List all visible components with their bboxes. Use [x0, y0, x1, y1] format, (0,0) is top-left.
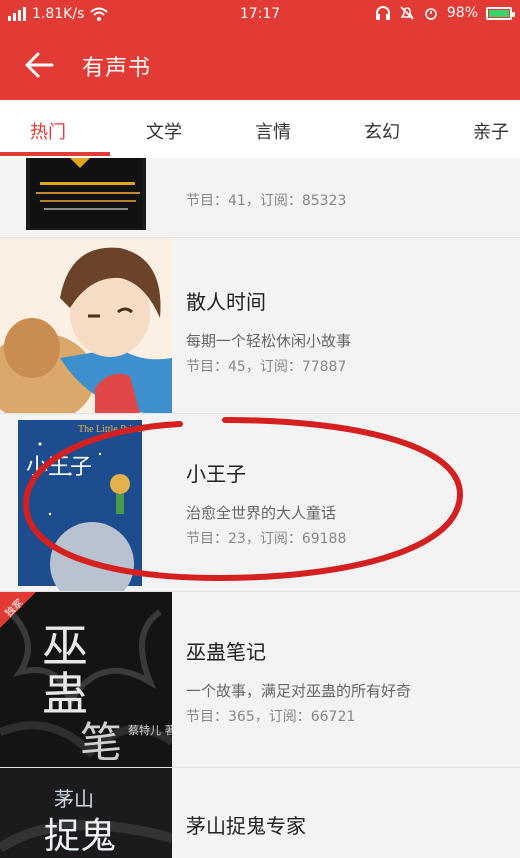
- tab-fantasy[interactable]: 玄幻: [364, 118, 400, 144]
- item-stats: 节目：365，订阅：66721: [186, 709, 356, 725]
- list-item[interactable]: 节目：41，订阅：85323: [0, 158, 520, 238]
- item-desc: 一个故事，满足对巫蛊的所有好奇: [186, 682, 412, 700]
- bell-off-icon: [400, 6, 414, 20]
- list-item[interactable]: 巫 蛊 笔 蔡特儿 著 独家 巫蛊笔记 一个故事，满足对巫蛊的所有好奇 节目：3…: [0, 592, 520, 768]
- active-tab-indicator: [0, 152, 110, 156]
- tab-parenting[interactable]: 亲子: [473, 118, 509, 144]
- svg-text:蛊: 蛊: [42, 667, 88, 721]
- back-button[interactable]: [22, 48, 58, 82]
- annotation-circle: [22, 417, 463, 582]
- item-title: 茅山捉鬼专家: [186, 814, 306, 838]
- alarm-icon: [425, 8, 437, 20]
- item-title: 散人时间: [186, 290, 266, 314]
- list-item[interactable]: 茅山 捉鬼 茅山捉鬼专家: [0, 768, 520, 858]
- app-bar: 有声书: [0, 28, 520, 100]
- cover-title-top: 茅山: [54, 787, 94, 811]
- headset-icon: [375, 6, 390, 20]
- cover-author: 蔡特儿 著: [128, 723, 172, 737]
- item-stats: 节目：41，订阅：85323: [186, 193, 347, 209]
- tab-hot[interactable]: 热门: [30, 118, 66, 144]
- tab-literature[interactable]: 文学: [146, 118, 182, 144]
- arrow-left-icon: [25, 52, 54, 78]
- battery-icon: [486, 6, 515, 20]
- cover-title-bottom: 捉鬼: [44, 816, 116, 857]
- svg-text:巫: 巫: [42, 619, 88, 673]
- book-cover: [0, 238, 172, 413]
- tab-romance[interactable]: 言情: [255, 118, 291, 144]
- list-item[interactable]: 散人时间 每期一个轻松休闲小故事 节目：45，订阅：77887: [0, 238, 520, 414]
- item-title: 巫蛊笔记: [186, 640, 266, 664]
- battery-text: 98%: [446, 5, 478, 21]
- book-cover: 茅山 捉鬼: [0, 768, 172, 858]
- svg-text:笔: 笔: [80, 718, 122, 767]
- book-cover: 巫 蛊 笔 蔡特儿 著 独家: [0, 592, 172, 767]
- page-title: 有声书: [82, 56, 152, 81]
- category-tabs: 热门 文学 言情 玄幻 亲子: [0, 100, 520, 159]
- book-cover: [0, 158, 172, 237]
- item-stats: 节目：45，订阅：77887: [186, 359, 347, 375]
- status-bar: 1.81K/s 17:17 98%: [0, 0, 520, 28]
- item-desc: 每期一个轻松休闲小故事: [186, 332, 352, 350]
